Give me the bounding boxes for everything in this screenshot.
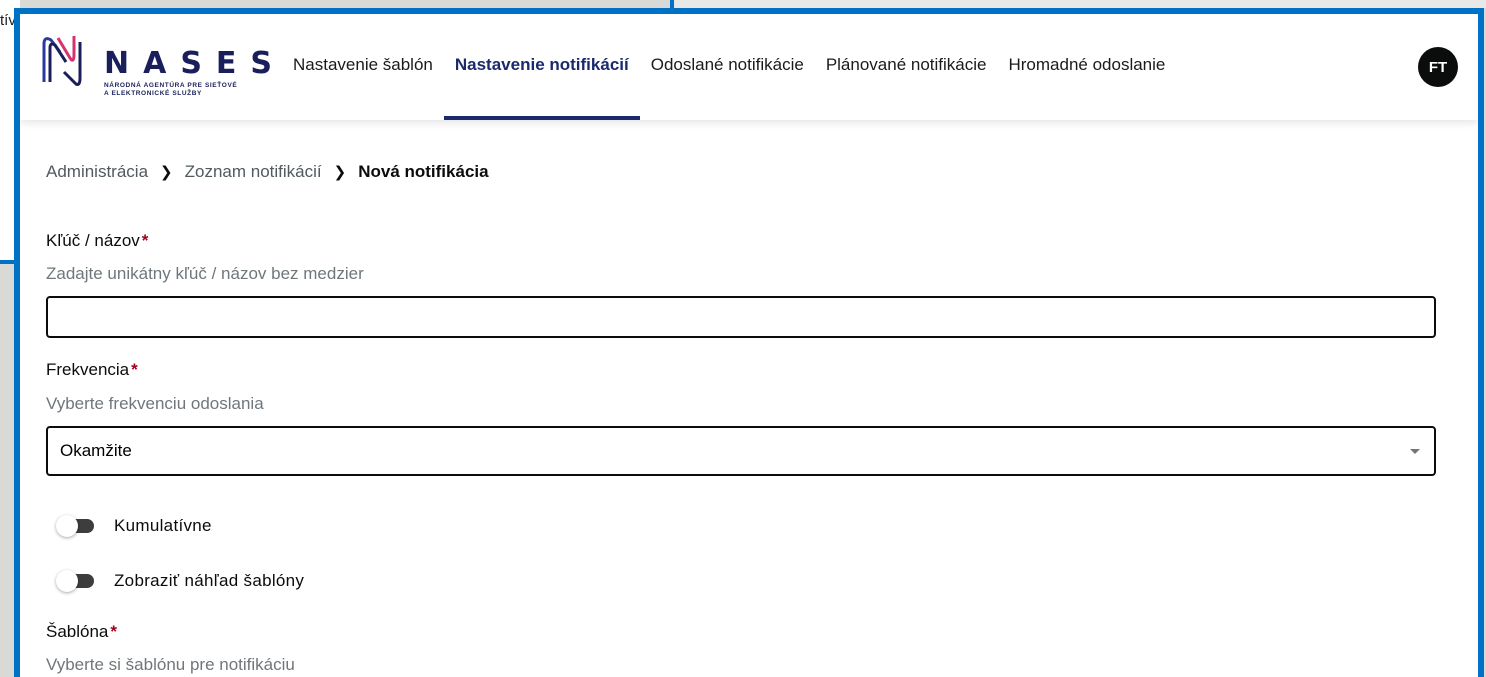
app-window: NASES NÁRODNÁ AGENTÚRA PRE SIEŤOVÉ A ELE… — [14, 8, 1484, 677]
chevron-right-icon: ❯ — [160, 164, 173, 181]
logo-subtitle: NÁRODNÁ AGENTÚRA PRE SIEŤOVÉ A ELEKTRONI… — [104, 82, 264, 98]
nav-item-bulk-send[interactable]: Hromadné odoslanie — [997, 14, 1176, 120]
key-input[interactable] — [46, 296, 1436, 338]
frequency-label-text: Frekvencia — [46, 360, 130, 379]
top-header: NASES NÁRODNÁ AGENTÚRA PRE SIEŤOVÉ A ELE… — [20, 14, 1478, 120]
logo-subtitle-line1: NÁRODNÁ AGENTÚRA PRE SIEŤOVÉ — [104, 82, 238, 89]
toggle-switch[interactable] — [56, 570, 94, 592]
required-mark: * — [110, 622, 118, 641]
nav-item-template-settings[interactable]: Nastavenie šablón — [282, 14, 444, 120]
breadcrumb-item-notification-list[interactable]: Zoznam notifikácií — [185, 162, 322, 182]
template-label-text: Šablóna — [46, 622, 109, 641]
required-mark: * — [131, 360, 138, 379]
breadcrumb: Administrácia ❯ Zoznam notifikácií ❯ Nov… — [46, 162, 489, 182]
key-label: Kľúč / názov * — [46, 231, 148, 251]
nav-item-notification-settings[interactable]: Nastavenie notifikácií — [443, 14, 640, 120]
nases-logo-icon — [42, 36, 82, 86]
frequency-hint: Vyberte frekvenciu odoslania — [46, 394, 264, 413]
key-hint: Zadajte unikátny kľúč / názov bez medzie… — [46, 264, 364, 283]
template-label: Šablóna * — [46, 622, 117, 642]
nav-item-sent-notifications[interactable]: Odoslané notifikácie — [640, 14, 815, 120]
frequency-select[interactable]: Okamžite — [46, 426, 1436, 476]
frequency-label: Frekvencia * — [46, 360, 138, 380]
user-avatar[interactable]: FT — [1418, 47, 1458, 87]
key-label-text: Kľúč / názov — [46, 231, 140, 250]
main-nav: Nastavenie šablón Nastavenie notifikácií… — [282, 14, 1176, 120]
toggle-switch[interactable] — [56, 515, 94, 537]
toggle-template-preview-label: Zobraziť náhľad šablóny — [114, 571, 305, 590]
toggle-knob — [56, 570, 78, 592]
frequency-selected-value: Okamžite — [60, 441, 132, 460]
logo-subtitle-line2: A ELEKTRONICKÉ SLUŽBY — [104, 90, 202, 97]
logo-wordmark: NASES — [104, 46, 287, 81]
chevron-right-icon: ❯ — [333, 164, 347, 181]
required-mark: * — [141, 231, 149, 250]
nases-logo[interactable]: NASES NÁRODNÁ AGENTÚRA PRE SIEŤOVÉ A ELE… — [40, 32, 272, 97]
breadcrumb-item-administration[interactable]: Administrácia — [46, 162, 148, 182]
template-hint: Vyberte si šablónu pre notifikáciu — [46, 655, 295, 674]
toggle-template-preview[interactable]: Zobraziť náhľad šablóny — [56, 570, 305, 592]
nav-item-planned-notifications[interactable]: Plánované notifikácie — [815, 14, 998, 120]
background-strip — [670, 0, 1486, 8]
breadcrumb-current: Nová notifikácia — [358, 162, 489, 181]
toggle-cumulative-label: Kumulatívne — [114, 516, 212, 535]
toggle-cumulative[interactable]: Kumulatívne — [56, 515, 212, 537]
dropdown-caret-icon — [1410, 449, 1420, 454]
toggle-knob — [56, 515, 78, 537]
